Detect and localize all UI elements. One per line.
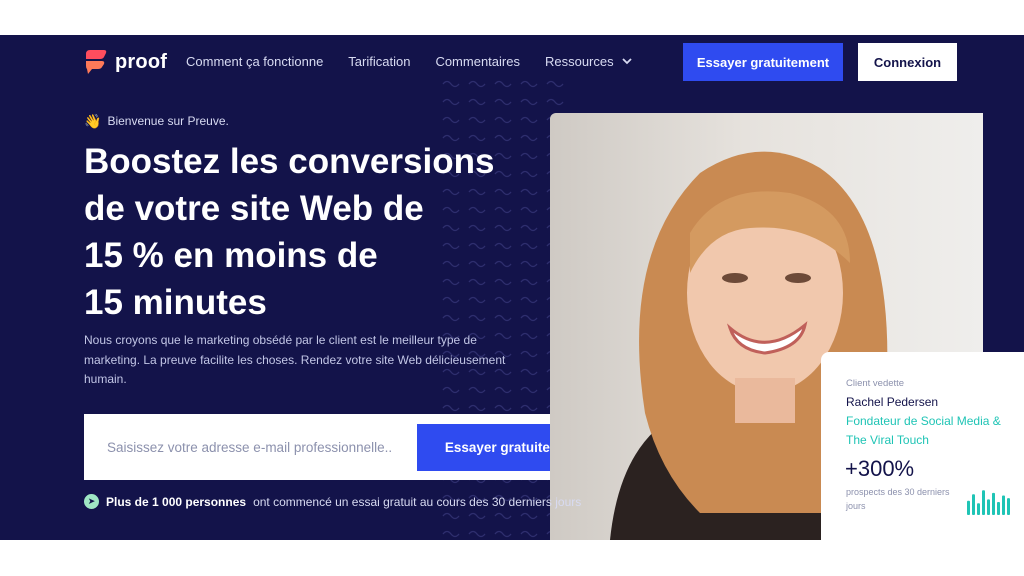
cursor-click-icon: ➤ bbox=[84, 494, 99, 509]
hero-subtext: Nous croyons que le marketing obsédé par… bbox=[84, 333, 506, 386]
proof-logo[interactable]: proof bbox=[84, 49, 167, 75]
hero-headline: Boostez les conversions de votre site We… bbox=[84, 138, 514, 326]
headline-line: Boostez les conversions bbox=[84, 142, 495, 181]
client-role: Fondateur de Social Media & The Viral To… bbox=[846, 414, 1001, 447]
social-proof-count: Plus de 1 000 personnes bbox=[106, 494, 247, 509]
welcome-message: 👋 Bienvenue sur Preuve. bbox=[84, 114, 229, 128]
signup-form: Essayer gratuitement bbox=[84, 414, 620, 480]
headline-line: 15 minutes bbox=[84, 283, 267, 322]
nav-item-resources-label: Ressources bbox=[544, 54, 614, 69]
mini-bar bbox=[997, 502, 1000, 515]
chevron-down-icon bbox=[621, 58, 632, 65]
stat-value: +300% bbox=[845, 456, 915, 481]
mini-bar bbox=[977, 503, 980, 515]
social-proof: ➤ Plus de 1 000 personnes ont commencé u… bbox=[84, 494, 581, 509]
nav-item-reviews[interactable]: Commentaires bbox=[435, 54, 520, 69]
headline-line: 15 % en moins de bbox=[84, 236, 378, 275]
social-proof-text: ont commencé un essai gratuit au cours d… bbox=[253, 494, 582, 509]
card-label: Client vedette bbox=[846, 378, 905, 389]
main-nav: Comment ça fonctionne Tarification Comme… bbox=[186, 54, 657, 69]
hero-section: proof Comment ça fonctionne Tarification… bbox=[0, 35, 1024, 540]
welcome-text: Bienvenue sur Preuve. bbox=[107, 114, 229, 128]
mini-bar bbox=[967, 500, 970, 515]
proof-logo-icon bbox=[86, 50, 107, 74]
login-button[interactable]: Connexion bbox=[858, 43, 957, 81]
nav-item-resources[interactable]: Ressources bbox=[545, 54, 632, 69]
waving-hand-icon: 👋 bbox=[84, 113, 102, 129]
testimonial-card: Client vedette Rachel Pedersen Fondateur… bbox=[821, 352, 1024, 540]
mini-bar bbox=[1007, 498, 1010, 515]
stat-caption: prospects des 30 derniers jours bbox=[846, 487, 950, 511]
bar-chart-icon bbox=[967, 490, 1010, 515]
brand-name: proof bbox=[115, 50, 168, 73]
mini-bar bbox=[1002, 495, 1005, 515]
nav-item-pricing[interactable]: Tarification bbox=[348, 54, 410, 69]
nav-item-how-it-works[interactable]: Comment ça fonctionne bbox=[186, 54, 323, 69]
mini-bar bbox=[982, 490, 985, 515]
client-name: Rachel Pedersen bbox=[846, 395, 939, 409]
mini-bar bbox=[972, 494, 975, 515]
email-field[interactable] bbox=[107, 439, 427, 455]
try-free-button[interactable]: Essayer gratuitement bbox=[683, 43, 843, 81]
mini-bar bbox=[987, 499, 990, 515]
mini-bar bbox=[992, 492, 995, 515]
headline-line: de votre site Web de bbox=[84, 189, 424, 228]
